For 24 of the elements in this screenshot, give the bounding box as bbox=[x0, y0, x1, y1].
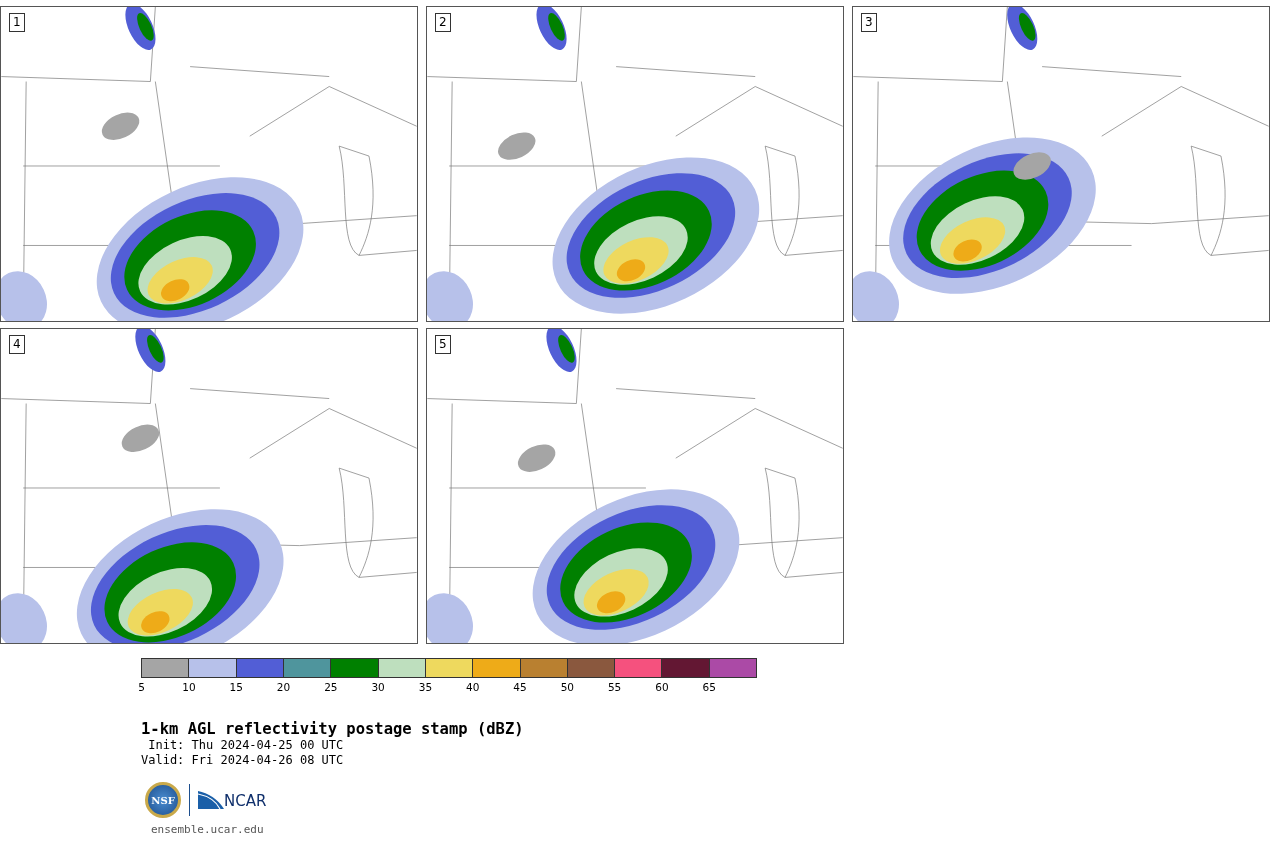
tick-label: 55 bbox=[606, 681, 623, 693]
tick-label: 35 bbox=[417, 681, 434, 693]
panel-number: 4 bbox=[9, 335, 25, 354]
site-link[interactable]: ensemble.ucar.edu bbox=[151, 823, 264, 836]
init-time: Init: Thu 2024-04-25 00 UTC bbox=[147, 738, 345, 753]
panel-number: 2 bbox=[435, 13, 451, 32]
tick-label: 10 bbox=[181, 681, 197, 693]
tick-label: 5 bbox=[137, 681, 146, 693]
panel-number: 1 bbox=[9, 13, 25, 32]
tick-label: 65 bbox=[701, 681, 717, 693]
tick-label: 60 bbox=[654, 681, 670, 693]
tick-label: 30 bbox=[370, 681, 386, 693]
tick-label: 45 bbox=[512, 681, 528, 693]
chart-title: 1-km AGL reflectivity postage stamp (dBZ) bbox=[141, 720, 525, 738]
ncar-logo: NCAR bbox=[198, 791, 267, 809]
nsf-logo: NSF bbox=[145, 782, 181, 818]
tick-label: 25 bbox=[323, 681, 339, 693]
valid-time: Valid: Fri 2024-04-26 08 UTC bbox=[141, 753, 345, 768]
tick-label: 20 bbox=[275, 681, 292, 693]
tick-label: 40 bbox=[465, 681, 481, 693]
tick-label: 50 bbox=[559, 681, 575, 693]
tick-label: 15 bbox=[228, 681, 244, 693]
panel-number: 3 bbox=[861, 13, 877, 32]
panel-number: 5 bbox=[435, 335, 451, 354]
